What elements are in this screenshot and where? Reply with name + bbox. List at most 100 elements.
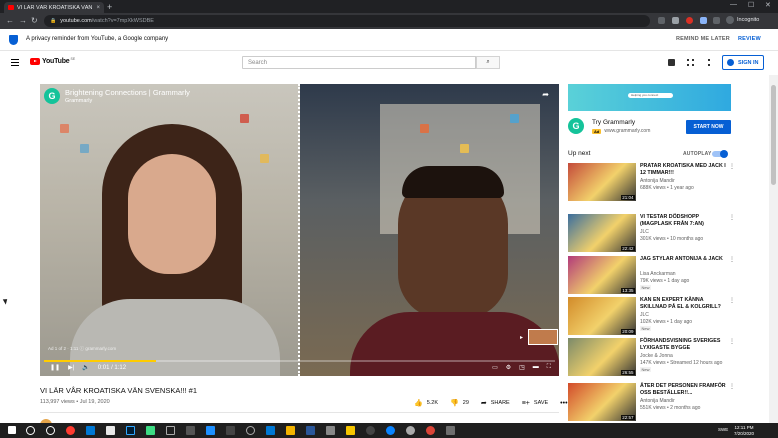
subtitles-icon[interactable]: ▭: [492, 364, 498, 371]
more-vertical-icon[interactable]: ⋮: [729, 383, 735, 390]
grammarly-avatar-icon[interactable]: G: [44, 88, 60, 104]
edge-icon[interactable]: [386, 426, 395, 435]
theater-mode-icon[interactable]: ▬: [533, 364, 539, 371]
taskbar-app-icon[interactable]: [366, 426, 375, 435]
recommendation-item[interactable]: 26:55 FÖRHANDSVISNING SVERIGES LYXIGASTE …: [568, 338, 728, 376]
minimize-icon[interactable]: —: [730, 1, 737, 8]
player-channel-name[interactable]: Grammarly: [65, 98, 190, 104]
video-player[interactable]: G Brightening Connections | Grammarly Gr…: [40, 84, 559, 376]
settings-gear-icon[interactable]: ⚙: [506, 364, 511, 371]
taskbar-app-icon[interactable]: [206, 426, 215, 435]
pause-icon[interactable]: ❚❚: [50, 364, 60, 371]
photoshop-icon[interactable]: [126, 426, 135, 435]
more-vertical-icon[interactable]: ⋮: [729, 214, 735, 221]
save-button[interactable]: ≡+ SAVE: [522, 400, 548, 407]
back-icon[interactable]: ←: [6, 16, 14, 26]
taskbar-app-icon[interactable]: [306, 426, 315, 435]
recommendation-channel[interactable]: Antonija Mandir: [640, 398, 675, 404]
settings-more-icon[interactable]: [708, 59, 710, 66]
recommendation-channel[interactable]: JLC: [640, 312, 649, 318]
taskbar-app-icon[interactable]: [146, 426, 155, 435]
dislike-button[interactable]: 👎 29: [450, 399, 469, 407]
forward-icon[interactable]: →: [19, 16, 27, 26]
recommendation-title[interactable]: JAG STYLAR ANTONIJA & JACK: [640, 256, 726, 263]
ad-card[interactable]: G Try Grammarly Ad www.grammarly.com STAR…: [568, 116, 731, 138]
recommendation-item[interactable]: 20:09 KAN EN EXPERT KÄNNA SKILLNAD PÅ EL …: [568, 297, 728, 335]
close-window-icon[interactable]: ✕: [765, 1, 771, 9]
taskbar-app-icon[interactable]: [106, 426, 115, 435]
next-icon[interactable]: ▶|: [68, 364, 74, 371]
video-thumbnail[interactable]: 20:09: [568, 297, 636, 335]
recommendation-title[interactable]: ÄTER DET PERSONEN FRAMFÖR OSS BESTÄLLER!…: [640, 383, 726, 396]
ad-info[interactable]: Ad 1 of 2 · 1:11 ⓘ grammarly.com: [48, 346, 116, 352]
cortana-icon[interactable]: [46, 426, 55, 435]
video-thumbnail[interactable]: 26:55: [568, 338, 636, 376]
reload-icon[interactable]: ↻: [31, 16, 38, 26]
hamburger-menu-icon[interactable]: [11, 59, 19, 66]
incognito-indicator[interactable]: Incognito: [726, 16, 759, 24]
remind-later-button[interactable]: REMIND ME LATER: [676, 36, 730, 42]
recommendation-title[interactable]: PRATAR KROATISKA MED JACK I 12 TIMMAR!!!: [640, 163, 726, 176]
steam-icon[interactable]: [226, 426, 235, 435]
extension-icon[interactable]: [700, 17, 707, 24]
like-button[interactable]: 👍 5.2K: [414, 399, 438, 407]
volume-icon[interactable]: 🔈: [82, 364, 89, 371]
review-button[interactable]: REVIEW: [738, 36, 761, 42]
recommendation-item[interactable]: 21:04 PRATAR KROATISKA MED JACK I 12 TIMM…: [568, 163, 728, 201]
recommendation-channel[interactable]: Lisa Anckarman: [640, 271, 676, 277]
taskbar-app-icon[interactable]: [66, 426, 75, 435]
recommendation-title[interactable]: FÖRHANDSVISNING SVERIGES LYXIGASTE BYGGE: [640, 338, 726, 351]
extension-red-icon[interactable]: [686, 17, 693, 24]
recommendation-channel[interactable]: Jocke & Jonna: [640, 353, 673, 359]
browser-tab[interactable]: VI LÄR VÅR KROATISKA VÄN ×: [4, 2, 104, 13]
player-video-title[interactable]: Brightening Connections | Grammarly: [65, 88, 190, 97]
start-now-button[interactable]: START NOW: [686, 120, 731, 134]
mail-icon[interactable]: [266, 426, 275, 435]
sign-in-button[interactable]: SIGN IN: [722, 55, 764, 70]
tab-close-icon[interactable]: ×: [96, 5, 100, 11]
search-input[interactable]: Search: [242, 56, 476, 69]
apps-grid-icon[interactable]: [687, 59, 694, 66]
address-bar[interactable]: 🔒 youtube.com /watch?v=7mpXkWSDBE: [44, 15, 650, 27]
new-tab-button[interactable]: +: [107, 2, 112, 12]
taskbar-app-icon[interactable]: [86, 426, 95, 435]
ad-next-icon[interactable]: ▸: [520, 334, 523, 341]
more-vertical-icon[interactable]: ⋮: [729, 256, 735, 263]
player-title-bar[interactable]: G Brightening Connections | Grammarly Gr…: [44, 88, 190, 104]
chrome-icon[interactable]: [426, 426, 435, 435]
camera-blocked-icon[interactable]: [658, 17, 665, 24]
recommendation-item[interactable]: 13:35 JAG STYLAR ANTONIJA & JACK Lisa Anck…: [568, 256, 728, 294]
recommendation-title[interactable]: KAN EN EXPERT KÄNNA SKILLNAD PÅ EL & KOL…: [640, 297, 726, 310]
taskbar-search-icon[interactable]: [26, 426, 35, 435]
search-button[interactable]: ⌕: [476, 56, 500, 69]
taskbar-app-icon[interactable]: [186, 426, 195, 435]
recommendation-channel[interactable]: JLC: [640, 229, 649, 235]
more-vertical-icon[interactable]: ⋮: [729, 338, 735, 345]
more-vertical-icon[interactable]: ⋮: [729, 163, 735, 170]
file-explorer-icon[interactable]: [286, 426, 295, 435]
recommendation-item[interactable]: 22:42 VI TESTAR DÖDSHOPP (MAGPLASK FRÅN 7…: [568, 214, 728, 252]
taskbar-app-icon[interactable]: [166, 426, 175, 435]
youtube-logo[interactable]: YouTube SE: [30, 57, 75, 65]
create-video-icon[interactable]: [668, 59, 675, 66]
taskbar-app-icon[interactable]: [406, 426, 415, 435]
fullscreen-icon[interactable]: ⛶: [547, 364, 551, 371]
recommendation-title[interactable]: VI TESTAR DÖDSHOPP (MAGPLASK FRÅN 7:AN): [640, 214, 726, 227]
windows-start-icon[interactable]: [8, 426, 16, 434]
more-vertical-icon[interactable]: ⋮: [729, 297, 735, 304]
share-button[interactable]: ➦ SHARE: [481, 399, 510, 407]
video-thumbnail[interactable]: 22:57: [568, 383, 636, 421]
ad-banner[interactable]: Helping you connect: [568, 84, 731, 111]
progress-bar[interactable]: [44, 360, 555, 362]
miniplayer-icon[interactable]: ◳: [519, 364, 525, 371]
video-thumbnail[interactable]: 21:04: [568, 163, 636, 201]
maximize-icon[interactable]: ☐: [748, 1, 754, 9]
clock[interactable]: 12:11 PM 7/20/2020: [734, 425, 754, 436]
video-thumbnail[interactable]: 13:35: [568, 256, 636, 294]
language-indicator[interactable]: SWE: [718, 427, 728, 432]
star-icon[interactable]: [672, 17, 679, 24]
share-arrow-icon[interactable]: ➦: [542, 90, 549, 99]
ad-next-thumbnail[interactable]: [528, 329, 558, 345]
taskbar-app-icon[interactable]: [326, 426, 335, 435]
taskbar-app-icon[interactable]: [446, 426, 455, 435]
